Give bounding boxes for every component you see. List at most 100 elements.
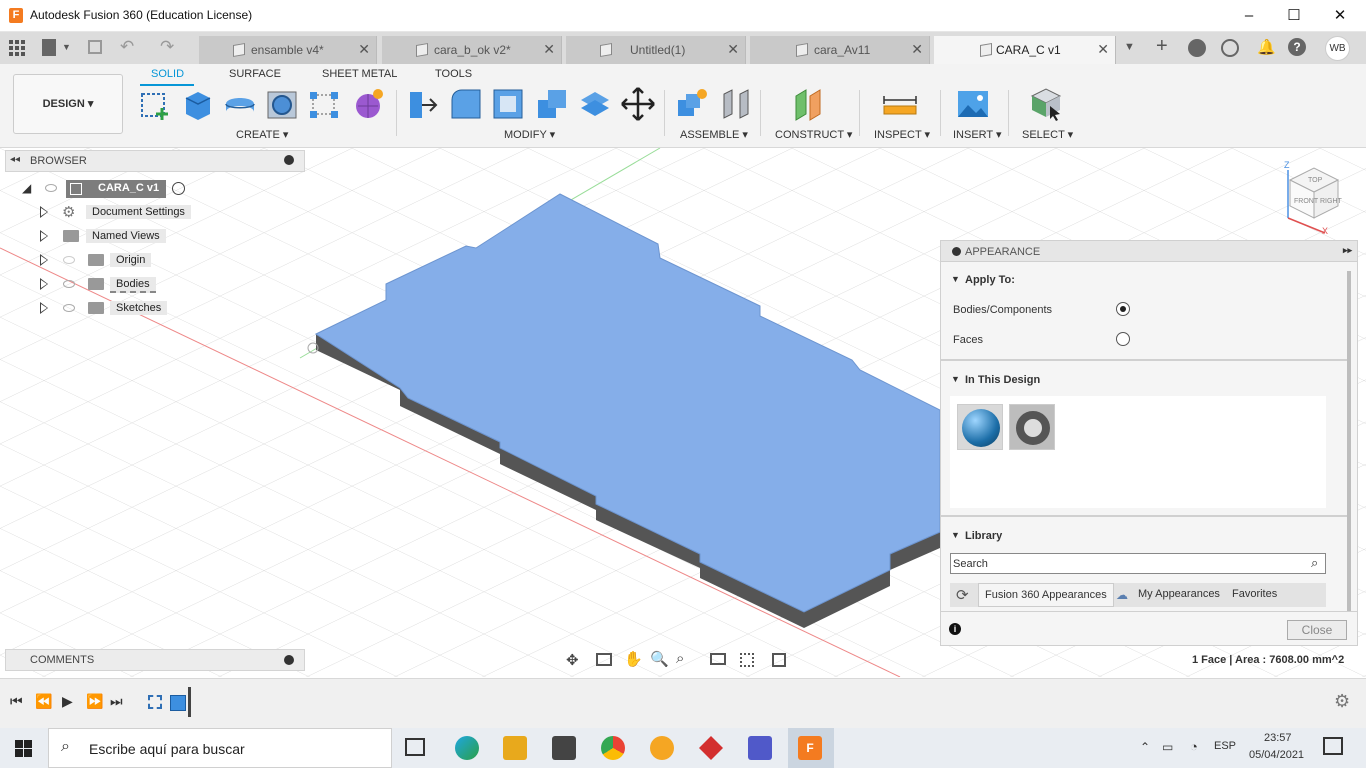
tab-my-appearances[interactable]: My Appearances [1138, 588, 1220, 600]
redo-icon[interactable]: ↷ [160, 37, 174, 57]
tab-favorites[interactable]: Favorites [1232, 588, 1277, 600]
offset-faces-icon[interactable] [577, 86, 613, 122]
minus-icon[interactable] [284, 155, 294, 165]
minimize-button[interactable]: – [1237, 5, 1261, 27]
tray-chevron-up-icon[interactable]: ⌃ [1140, 740, 1150, 754]
add-comment-icon[interactable] [284, 655, 294, 665]
refresh-icon[interactable]: ⟳ [956, 586, 969, 604]
notifications-icon[interactable] [1323, 737, 1343, 755]
collapse-triangle-icon[interactable]: ▼ [951, 374, 960, 384]
info-icon[interactable]: i [949, 623, 961, 635]
windows-start-icon[interactable] [15, 740, 32, 757]
visibility-eye-icon[interactable] [63, 304, 75, 312]
modify-menu[interactable]: MODIFY ▾ [504, 128, 555, 141]
minus-icon[interactable] [952, 247, 961, 256]
notifications-bell-icon[interactable]: 🔔 [1257, 38, 1276, 56]
orbit-icon[interactable]: ✥ [566, 651, 579, 669]
undo-icon[interactable]: ↶ [120, 37, 134, 57]
library-search-input[interactable]: Search ⌕ [950, 553, 1326, 574]
assemble-menu[interactable]: ASSEMBLE ▾ [680, 128, 748, 141]
close-tab-icon[interactable]: ✕ [1097, 41, 1109, 58]
tab-cara-a[interactable]: cara_Av11 ✕ [750, 36, 930, 64]
go-to-end-icon[interactable]: ⏭ [110, 693, 123, 710]
comments-panel-header[interactable]: COMMENTS [5, 649, 305, 671]
go-to-start-icon[interactable]: ⏮ [10, 693, 23, 710]
language-indicator[interactable]: ESP [1214, 740, 1236, 752]
appearance-swatch-steel[interactable] [1009, 404, 1055, 450]
tab-cara-b[interactable]: cara_b_ok v2* ✕ [382, 36, 562, 64]
close-tab-icon[interactable]: ✕ [911, 41, 923, 58]
network-icon[interactable]: ▭ [1162, 740, 1173, 754]
step-back-icon[interactable]: ⏪ [35, 693, 52, 710]
maximize-button[interactable]: ☐ [1282, 5, 1306, 27]
step-forward-icon[interactable]: ⏩ [86, 693, 103, 710]
close-tab-icon[interactable]: ✕ [358, 41, 370, 58]
bodies-radio[interactable] [1116, 302, 1130, 316]
new-tab-icon[interactable]: + [1156, 35, 1168, 58]
scrollbar[interactable] [1347, 271, 1351, 611]
save-icon[interactable] [88, 40, 102, 54]
file-menu-chevron-icon[interactable]: ▼ [62, 42, 71, 52]
insert-menu[interactable]: INSERT ▾ [953, 128, 1002, 141]
task-view-icon[interactable] [405, 738, 425, 756]
construct-menu[interactable]: CONSTRUCT ▾ [775, 128, 852, 141]
workspace-switcher-button[interactable]: DESIGN ▾ [13, 74, 123, 134]
search-icon[interactable]: ⌕ [1311, 555, 1318, 571]
viewports-icon[interactable] [772, 653, 786, 667]
sketch-feature-icon[interactable] [148, 695, 162, 709]
visibility-eye-icon[interactable] [63, 280, 75, 288]
clock-time[interactable]: 23:57 [1264, 732, 1292, 744]
taskbar-search-box[interactable]: ⌕ Escribe aquí para buscar [48, 728, 392, 768]
look-at-icon[interactable] [596, 653, 612, 666]
create-form-icon[interactable] [350, 86, 386, 122]
select-icon[interactable] [1028, 86, 1064, 122]
teams-icon[interactable] [748, 736, 772, 760]
shell-icon[interactable] [490, 86, 526, 122]
create-menu[interactable]: CREATE ▾ [236, 128, 288, 141]
apps-grid-icon[interactable] [9, 40, 25, 56]
tab-cara-c[interactable]: CARA_C v1 ✕ [934, 36, 1116, 64]
activate-radio-icon[interactable] [172, 182, 185, 195]
expand-panel-icon[interactable]: ▸▸ [1343, 245, 1352, 256]
fillet-icon[interactable] [448, 86, 484, 122]
expand-icon[interactable] [40, 302, 48, 314]
faces-radio[interactable] [1116, 332, 1130, 346]
store-icon[interactable] [552, 736, 576, 760]
expand-icon[interactable] [40, 278, 48, 290]
grid-settings-icon[interactable] [740, 653, 754, 667]
move-icon[interactable] [620, 86, 656, 122]
browser-item-sketches[interactable]: Sketches [0, 299, 300, 319]
offset-plane-icon[interactable] [792, 86, 828, 122]
press-pull-icon[interactable] [404, 86, 440, 122]
volume-icon[interactable]: ◔ [1190, 739, 1198, 754]
combine-icon[interactable] [534, 86, 570, 122]
vpn-shield-icon[interactable] [650, 736, 674, 760]
edge-browser-icon[interactable] [455, 736, 479, 760]
inspect-menu[interactable]: INSPECT ▾ [874, 128, 930, 141]
pattern-icon[interactable] [306, 86, 342, 122]
browser-item-named-views[interactable]: Named Views [0, 227, 300, 247]
collapse-panel-icon[interactable]: ◂◂ [10, 154, 20, 165]
expand-down-icon[interactable]: ◢ [22, 181, 31, 195]
browser-root-item[interactable]: ◢ CARA_C v1 [0, 179, 300, 199]
expand-icon[interactable] [40, 230, 48, 242]
tab-tools[interactable]: TOOLS [435, 68, 472, 80]
tab-overflow-chevron-icon[interactable]: ▼ [1124, 41, 1135, 53]
select-menu[interactable]: SELECT ▾ [1022, 128, 1073, 141]
help-icon[interactable]: ? [1288, 38, 1306, 56]
measure-icon[interactable] [882, 86, 918, 122]
display-settings-icon[interactable] [710, 653, 726, 665]
timeline-marker[interactable] [188, 687, 191, 717]
zoom-icon[interactable]: 🔍 [650, 650, 669, 668]
close-window-button[interactable]: ✕ [1328, 5, 1352, 27]
browser-item-document-settings[interactable]: ⚙ Document Settings [0, 203, 300, 223]
collapse-triangle-icon[interactable]: ▼ [951, 530, 960, 540]
job-status-icon[interactable] [1221, 39, 1239, 57]
user-avatar[interactable]: WB [1325, 36, 1350, 61]
collapse-triangle-icon[interactable]: ▼ [951, 274, 960, 284]
pan-hand-icon[interactable]: ✋ [624, 650, 643, 668]
create-sketch-icon[interactable] [138, 86, 174, 122]
insert-image-icon[interactable] [955, 86, 991, 122]
appearance-swatch-blue-glass[interactable] [957, 404, 1003, 450]
tab-solid[interactable]: SOLID [151, 68, 184, 80]
